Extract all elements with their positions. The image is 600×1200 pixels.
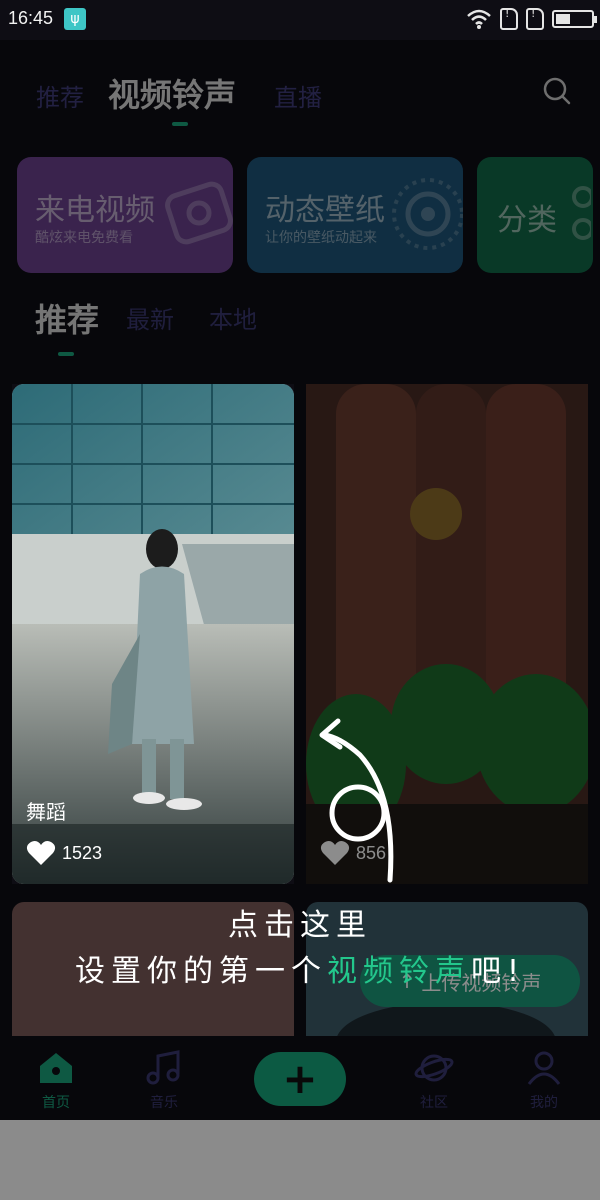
tab-recommend[interactable]: 推荐 [36, 78, 84, 120]
search-icon[interactable] [542, 76, 572, 106]
category-subtitle: 让你的壁纸动起来 [265, 230, 377, 246]
home-icon [40, 1053, 72, 1083]
top-tab-indicator [172, 122, 188, 126]
wifi-icon [467, 9, 491, 29]
subtab-recommend[interactable]: 推荐 [35, 295, 99, 341]
like-row: 1523 [26, 840, 102, 866]
category-subtitle: 酷炫来电免费看 [35, 230, 133, 246]
user-icon [527, 1051, 561, 1085]
hint-text: 设置你的第一个 [74, 954, 327, 989]
category-title: 动态壁纸 [265, 193, 385, 228]
usb-icon: ψ [64, 8, 86, 30]
video-frame-icon [165, 181, 233, 245]
status-icons: ! ! [466, 7, 597, 31]
nav-music[interactable]: 音乐 [124, 1050, 204, 1112]
add-button[interactable]: + [254, 1052, 346, 1106]
category-title: 分类 [497, 203, 557, 238]
system-navigation-bar [0, 1120, 600, 1200]
nav-label: 社区 [420, 1095, 448, 1111]
music-icon [146, 1050, 180, 1085]
dim-overlay [0, 384, 12, 884]
sim1-icon: ! [500, 7, 518, 30]
hint-line-1: 点击这里 [228, 908, 372, 943]
subtab-local[interactable]: 本地 [209, 300, 257, 335]
grid-icon [572, 186, 591, 240]
hint-arrow-icon [319, 718, 394, 883]
video-card[interactable]: 舞蹈 1523 [12, 384, 294, 884]
status-bar: 16:45 ψ ! ! [0, 0, 600, 40]
category-card-live-wallpaper[interactable]: 动态壁纸 让你的壁纸动起来 [247, 157, 463, 273]
subtab-latest[interactable]: 最新 [126, 300, 174, 335]
like-count: 1523 [62, 842, 103, 863]
tab-video-ringtone[interactable]: 视频铃声 [108, 70, 236, 120]
nav-label: 音乐 [150, 1095, 178, 1111]
nav-label: 首页 [42, 1095, 70, 1111]
nav-home[interactable]: 首页 [16, 1050, 96, 1112]
wallpaper-dial-icon [392, 178, 463, 250]
category-title: 来电视频 [35, 193, 155, 228]
status-time: 16:45 [8, 8, 54, 28]
sim2-icon: ! [526, 7, 544, 30]
hint-text: 吧! [470, 954, 526, 989]
heart-icon[interactable] [26, 840, 56, 866]
category-card-categories[interactable]: 分类 [477, 157, 593, 273]
nav-community[interactable]: 社区 [394, 1050, 474, 1112]
nav-profile[interactable]: 我的 [504, 1050, 584, 1112]
plus-icon: + [282, 1054, 318, 1103]
bottom-navigation: 首页 音乐 + 社区 我的 [0, 1036, 600, 1120]
planet-icon [414, 1054, 454, 1082]
subtab-indicator [58, 352, 74, 356]
hint-highlight: 视频铃声 [326, 954, 471, 989]
hint-line-2: 设置你的第一个视频铃声吧! [0, 946, 600, 990]
category-card-incoming-video[interactable]: 来电视频 酷炫来电免费看 [17, 157, 233, 273]
battery-icon [552, 10, 597, 28]
nav-label: 我的 [530, 1095, 558, 1111]
tab-live[interactable]: 直播 [274, 78, 322, 120]
video-title: 舞蹈 [26, 800, 66, 824]
